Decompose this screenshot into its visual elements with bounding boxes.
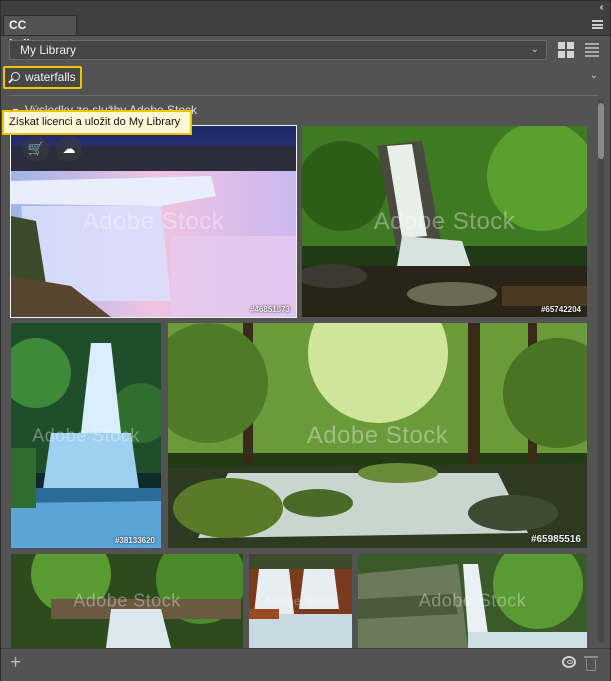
stock-image-thumbnail[interactable]: Adobe Stock #65742204 [302,126,587,317]
bottom-toolbar: + [1,648,610,681]
watermark: Adobe Stock [73,590,181,611]
list-view-icon[interactable] [583,41,601,59]
search-value: waterfalls [25,70,76,84]
watermark: Adobe Stock [306,421,449,449]
scroll-thumb[interactable] [598,103,604,159]
stock-image-thumbnail[interactable]: Adobe Stock #38133620 [11,323,161,548]
image-id: #65985516 [530,534,581,545]
chevron-down-icon: ⌄ [530,44,539,55]
collapse-icon[interactable]: ‹‹ [599,2,603,13]
search-icon [11,72,20,81]
stock-image-thumbnail[interactable]: Adobe Stock [358,554,587,648]
watermark: Adobe Stock [418,590,527,611]
search-input[interactable]: waterfalls [3,66,82,89]
cc-libraries-panel: ‹‹ CC knihovny My Library ⌄ waterfalls ⌄… [0,0,611,681]
watermark: Adobe Stock [32,425,140,445]
stock-image-thumbnail[interactable]: Adobe Stock [11,554,243,648]
grid-view-icon[interactable] [557,41,575,59]
tab-bar: CC knihovny [1,15,610,51]
creative-cloud-icon[interactable] [562,656,576,668]
license-tooltip: Získat licenci a uložit do My Library [2,110,192,135]
watermark: Adobe Stock [373,207,516,235]
cart-icon[interactable]: 🛒 [23,136,49,162]
cloud-download-icon[interactable]: ☁ [56,136,82,162]
library-select[interactable]: My Library ⌄ [9,40,547,60]
stock-image-thumbnail[interactable]: Adobe Stock #65985516 [168,323,587,548]
panel-top-strip: ‹‹ [1,1,610,15]
image-id: #38133620 [114,536,155,545]
stock-image-thumbnail[interactable]: Adobe Stock #46851673 🛒 ☁ [10,125,297,318]
panel-menu-icon[interactable] [592,20,603,29]
image-id: #65742204 [540,305,581,314]
library-select-value: My Library [20,43,77,57]
scrollbar[interactable] [598,99,604,643]
tab-cc-libraries[interactable]: CC knihovny [3,15,77,51]
search-options-chevron-icon[interactable]: ⌄ [590,70,598,81]
divider [9,95,598,96]
trash-icon[interactable] [584,656,598,671]
image-id: #46851673 [249,305,290,314]
add-icon[interactable]: + [10,652,21,674]
stock-image-thumbnail[interactable]: Adobe Stock [249,554,352,648]
watermark: Adobe Stock [82,207,225,235]
watermark: Adobe Stock [263,594,338,608]
